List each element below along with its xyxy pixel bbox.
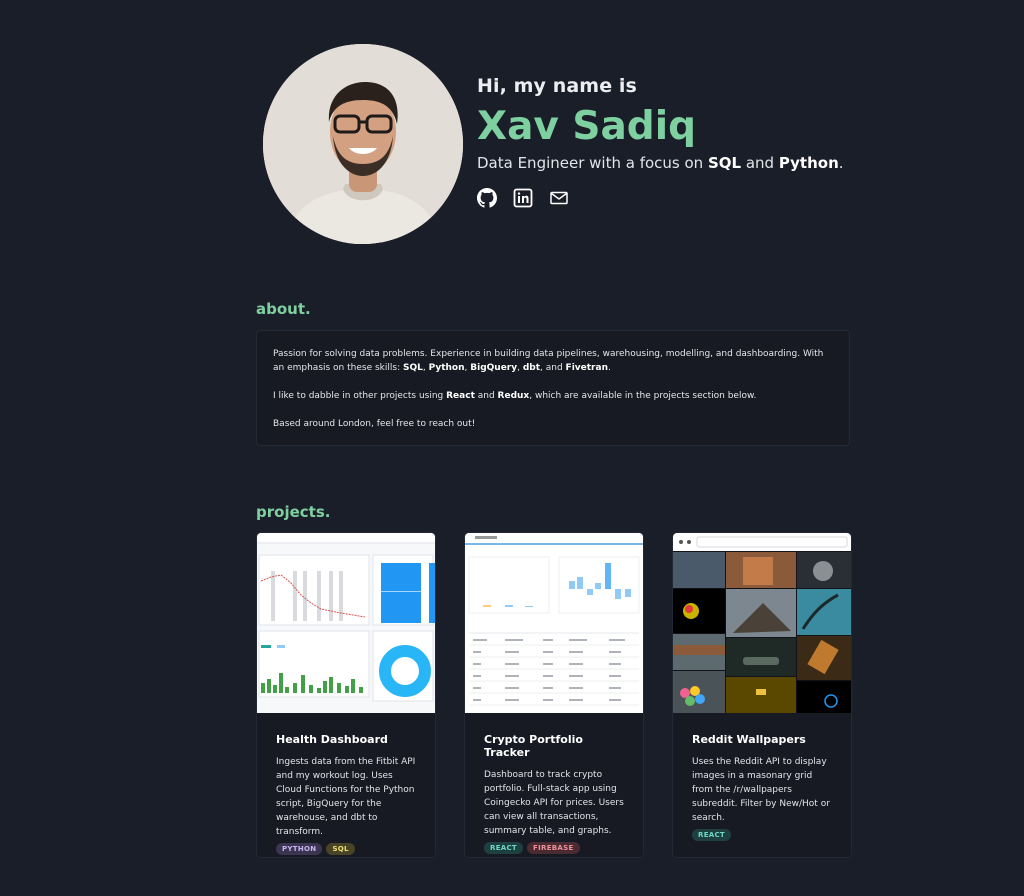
profile-photo bbox=[263, 44, 463, 244]
project-tags: REACT FIREBASE bbox=[484, 842, 624, 854]
about-heading: about. bbox=[256, 300, 311, 318]
project-tags: PYTHON SQL bbox=[276, 843, 416, 855]
tag-firebase: FIREBASE bbox=[527, 842, 580, 854]
period: . bbox=[607, 363, 611, 373]
tagline-suffix: . bbox=[838, 153, 844, 172]
about-text: , which are available in the projects se… bbox=[529, 391, 757, 401]
project-title[interactable]: Reddit Wallpapers bbox=[692, 733, 832, 746]
project-thumbnail[interactable] bbox=[257, 533, 435, 713]
about-text: I like to dabble in other projects using bbox=[273, 391, 447, 401]
skill-redux: Redux bbox=[497, 391, 530, 401]
linkedin-icon[interactable] bbox=[513, 188, 533, 208]
wallpapers-screenshot bbox=[673, 533, 851, 713]
tag-python: PYTHON bbox=[276, 843, 323, 855]
card-body: Reddit Wallpapers Uses the Reddit API to… bbox=[673, 713, 851, 841]
social-links bbox=[477, 187, 844, 208]
skill-sql: SQL bbox=[402, 363, 423, 373]
project-description: Dashboard to track crypto portfolio. Ful… bbox=[484, 770, 624, 836]
tagline: Data Engineer with a focus on SQL and Py… bbox=[477, 154, 844, 172]
project-card-reddit-wallpapers[interactable]: Reddit Wallpapers Uses the Reddit API to… bbox=[672, 532, 852, 858]
mail-icon[interactable] bbox=[549, 188, 569, 208]
dashboard-screenshot bbox=[257, 533, 435, 713]
project-thumbnail[interactable] bbox=[673, 533, 851, 713]
skill-bigquery: BigQuery bbox=[470, 363, 518, 373]
tag-react: REACT bbox=[692, 829, 732, 841]
card-body: Health Dashboard Ingests data from the F… bbox=[257, 713, 435, 855]
crypto-screenshot bbox=[465, 533, 643, 713]
separator: , and bbox=[540, 363, 566, 373]
project-cards: Health Dashboard Ingests data from the F… bbox=[256, 532, 852, 858]
portfolio-page: Hi, my name is Xav Sadiq Data Engineer w… bbox=[0, 0, 1024, 896]
skill-fivetran: Fivetran bbox=[565, 363, 608, 373]
skill-react: React bbox=[446, 391, 475, 401]
tagline-mid: and bbox=[741, 153, 779, 172]
about-paragraph-3: Based around London, feel free to reach … bbox=[273, 419, 476, 429]
separator: and bbox=[474, 391, 498, 401]
project-thumbnail[interactable] bbox=[465, 533, 643, 713]
name-heading: Xav Sadiq bbox=[477, 104, 696, 149]
skill-dbt: dbt bbox=[522, 363, 541, 373]
project-description: Uses the Reddit API to display images in… bbox=[692, 757, 830, 823]
tag-react: REACT bbox=[484, 842, 524, 854]
tagline-skill-sql: SQL bbox=[707, 153, 742, 172]
tag-sql: SQL bbox=[326, 843, 355, 855]
project-tags: REACT bbox=[692, 829, 832, 841]
card-body: Crypto Portfolio Tracker Dashboard to tr… bbox=[465, 713, 643, 854]
project-description: Ingests data from the Fitbit API and my … bbox=[276, 757, 416, 837]
skill-python: Python bbox=[428, 363, 465, 373]
greeting: Hi, my name is bbox=[477, 75, 637, 97]
hero-text: Hi, my name is Xav Sadiq Data Engineer w… bbox=[477, 44, 844, 244]
tagline-prefix: Data Engineer with a focus on bbox=[477, 153, 708, 172]
project-title[interactable]: Health Dashboard bbox=[276, 733, 416, 746]
tagline-skill-python: Python bbox=[778, 153, 839, 172]
hero-section: Hi, my name is Xav Sadiq Data Engineer w… bbox=[263, 44, 844, 244]
project-card-crypto-portfolio-tracker[interactable]: Crypto Portfolio Tracker Dashboard to tr… bbox=[464, 532, 644, 858]
project-card-health-dashboard[interactable]: Health Dashboard Ingests data from the F… bbox=[256, 532, 436, 858]
github-icon[interactable] bbox=[477, 187, 497, 208]
about-paragraph-1: Passion for solving data problems. Exper… bbox=[273, 347, 833, 375]
projects-heading: projects. bbox=[256, 503, 331, 521]
about-box: Passion for solving data problems. Exper… bbox=[256, 330, 850, 446]
about-paragraph-2: I like to dabble in other projects using… bbox=[273, 389, 833, 403]
avatar bbox=[263, 44, 463, 244]
project-title[interactable]: Crypto Portfolio Tracker bbox=[484, 733, 624, 759]
